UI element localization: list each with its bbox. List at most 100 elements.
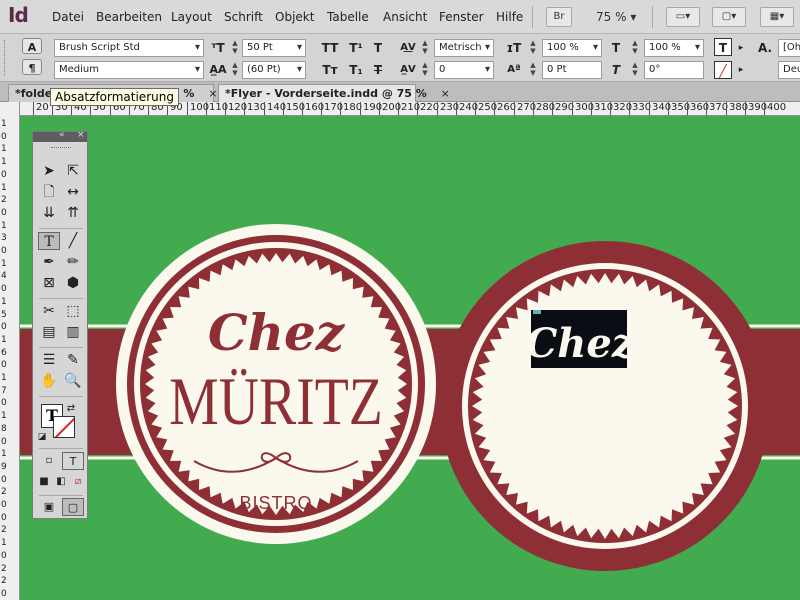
tracking-stepper[interactable]: ▲ ▼	[420, 61, 430, 79]
preview-view-icon[interactable]: ▢	[62, 498, 84, 516]
panel-grip[interactable]	[51, 147, 71, 149]
selected-text-chez[interactable]: Chez	[525, 320, 635, 367]
text-stroke-none-icon[interactable]: ╱	[714, 61, 732, 79]
ruler-label: 1	[1, 119, 7, 129]
font-size-field[interactable]: 50 Pt	[242, 39, 306, 57]
ruler-label: 9	[1, 461, 7, 472]
view-options-button[interactable]: ▭▾	[666, 7, 700, 27]
subscript-icon[interactable]: T₁	[346, 61, 366, 79]
line-icon[interactable]: ╱	[62, 232, 84, 250]
panel-grip[interactable]	[4, 40, 6, 76]
ruler-label: 1	[1, 144, 7, 155]
formatting-text-icon[interactable]: T	[62, 452, 84, 470]
menu-schrift[interactable]: Schrift	[224, 10, 263, 24]
font-style-select[interactable]: Medium	[54, 61, 204, 79]
ruler-label: 2	[1, 525, 7, 536]
character-style-select[interactable]: [Oh	[778, 39, 800, 57]
close-icon[interactable]: ×	[77, 130, 85, 140]
tracking-field[interactable]: 0	[434, 61, 494, 79]
content-placer-icon[interactable]: ⇈	[62, 204, 84, 222]
close-icon[interactable]: ×	[441, 87, 450, 100]
left-logo[interactable]: Chez MÜRITZ BISTRO	[116, 224, 436, 544]
apply-gradient-icon[interactable]: ◧	[53, 473, 69, 491]
selection-icon[interactable]: ➤	[38, 162, 60, 180]
direct-selection-icon[interactable]: ⇱	[62, 162, 84, 180]
skew-icon: T	[611, 63, 621, 77]
menu-fenster[interactable]: Fenster	[439, 10, 484, 24]
all-caps-icon[interactable]: TT	[320, 39, 340, 57]
type-icon[interactable]: T	[38, 232, 60, 250]
leading-field[interactable]: (60 Pt)	[242, 61, 306, 79]
baseline-shift-stepper[interactable]: ▲ ▼	[528, 61, 538, 79]
leading-stepper[interactable]: ▲ ▼	[230, 61, 240, 79]
note-icon[interactable]: ☰	[38, 351, 60, 369]
small-caps-icon[interactable]: Tт	[320, 61, 340, 79]
menu-hilfe[interactable]: Hilfe	[496, 10, 523, 24]
divider	[39, 396, 83, 397]
superscript-icon[interactable]: T¹	[346, 39, 366, 57]
menu-layout[interactable]: Layout	[171, 10, 212, 24]
menu-bearbeiten[interactable]: Bearbeiten	[96, 10, 162, 24]
menu-ansicht[interactable]: Ansicht	[383, 10, 427, 24]
vertical-ruler[interactable]: 10110120130140150160170180190200210220	[0, 102, 20, 600]
tab-flyer[interactable]: *Flyer - Vorderseite.indd @ 75 % ×	[218, 84, 450, 102]
apply-none-icon[interactable]: ⧄	[70, 473, 86, 491]
ruler-label: 1	[1, 182, 7, 193]
divider	[39, 228, 83, 229]
polygon-icon[interactable]: ⬢	[62, 274, 84, 292]
swap-fill-stroke-icon[interactable]: ⇄	[64, 400, 78, 418]
font-family-select[interactable]: Brush Script Std	[54, 39, 204, 57]
formatting-container-icon[interactable]: ▫	[38, 452, 60, 470]
collapse-icon[interactable]: «	[59, 130, 65, 140]
text-frame-handle[interactable]	[533, 310, 541, 314]
menu-objekt[interactable]: Objekt	[275, 10, 314, 24]
font-size-stepper[interactable]: ▲ ▼	[230, 39, 240, 57]
free-transform-icon[interactable]: ⬚	[62, 302, 84, 320]
kerning-stepper[interactable]: ▲ ▼	[420, 39, 430, 57]
right-logo[interactable]: Chez	[440, 241, 770, 571]
pencil-icon[interactable]: ✏	[62, 253, 84, 271]
menu-datei[interactable]: Datei	[52, 10, 84, 24]
stroke-swatch[interactable]	[53, 416, 75, 438]
tools-panel-header[interactable]: « ×	[33, 130, 87, 142]
content-collector-icon[interactable]: ⇊	[38, 204, 60, 222]
paragraph-formatting-icon[interactable]: ¶	[22, 59, 42, 75]
text-fill-icon[interactable]: T	[714, 38, 732, 56]
chevron-right-icon[interactable]: ▸	[736, 61, 746, 79]
rectangle-frame-icon[interactable]: ⊠	[38, 274, 60, 292]
menu-tabelle[interactable]: Tabelle	[327, 10, 369, 24]
horizontal-scale-field[interactable]: 100 %	[644, 39, 704, 57]
chevron-right-icon[interactable]: ▸	[736, 39, 746, 57]
kerning-select[interactable]: Metrisch	[434, 39, 494, 57]
eyedropper-icon[interactable]: ✎	[62, 351, 84, 369]
gap-icon[interactable]: ↔	[62, 183, 84, 201]
vertical-scale-stepper[interactable]: ▲ ▼	[528, 39, 538, 57]
baseline-shift-field[interactable]: 0 Pt	[542, 61, 602, 79]
normal-view-icon[interactable]: ▣	[38, 498, 60, 516]
strikethrough-icon[interactable]: T	[370, 61, 386, 79]
zoom-icon[interactable]: 🔍	[62, 372, 84, 390]
pen-icon[interactable]: ✒	[38, 253, 60, 271]
scissors-icon[interactable]: ✂	[38, 302, 60, 320]
skew-stepper[interactable]: ▲ ▼	[630, 61, 640, 79]
ruler-label: 1	[1, 258, 7, 269]
apply-color-icon[interactable]: ■	[36, 473, 52, 491]
skew-field[interactable]: 0°	[644, 61, 704, 79]
arrange-documents-button[interactable]: ▦▾	[760, 7, 794, 27]
character-formatting-icon[interactable]: A	[22, 38, 42, 54]
gradient-feather-icon[interactable]: ▥	[62, 323, 84, 341]
hand-icon[interactable]: ✋	[38, 372, 60, 390]
document-canvas[interactable]: Chez MÜRITZ BISTRO Chez	[20, 116, 800, 600]
page-icon[interactable]: 🗋	[38, 183, 60, 201]
screen-mode-button[interactable]: ▢▾	[712, 7, 746, 27]
gradient-swatch-icon[interactable]: ▤	[38, 323, 60, 341]
horizontal-scale-stepper[interactable]: ▲ ▼	[630, 39, 640, 57]
underline-icon[interactable]: T	[370, 39, 386, 57]
language-select[interactable]: Deu	[778, 61, 800, 79]
zoom-level[interactable]: 75 % ▾	[596, 10, 636, 24]
close-icon[interactable]: ×	[208, 87, 217, 100]
vertical-scale-field[interactable]: 100 %	[542, 39, 602, 57]
flyer-artwork: Chez MÜRITZ BISTRO Chez	[20, 224, 800, 571]
default-fill-stroke-icon[interactable]: ◪	[35, 428, 49, 446]
bridge-button[interactable]: Br	[546, 7, 572, 27]
